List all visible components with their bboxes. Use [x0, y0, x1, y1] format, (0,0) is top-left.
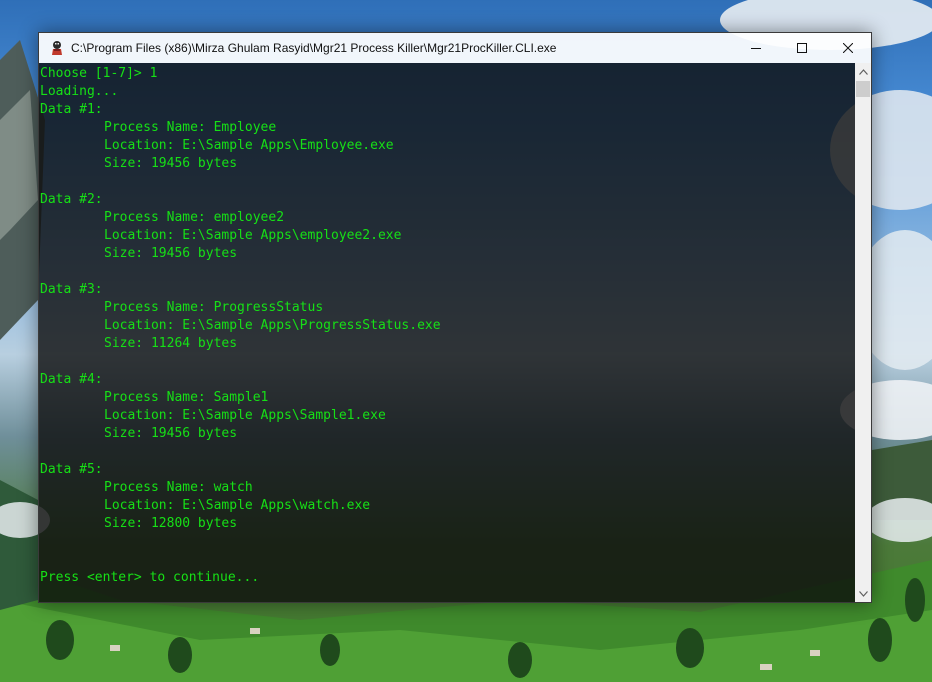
entry-size-line: Size: 11264 bytes	[40, 335, 855, 353]
process-name-label: Process Name:	[104, 480, 206, 495]
entry-process-name-line: Process Name: Sample1	[40, 389, 855, 407]
location-label: Location:	[104, 318, 175, 333]
scroll-down-button[interactable]	[855, 585, 871, 602]
entry-location-line: Location: E:\Sample Apps\ProgressStatus.…	[40, 317, 855, 335]
entry-size-line: Size: 12800 bytes	[40, 515, 855, 533]
entry-location-line: Location: E:\Sample Apps\Employee.exe	[40, 137, 855, 155]
entry-header: Data #1:	[40, 102, 103, 117]
process-name-value: Employee	[213, 120, 277, 135]
vertical-scrollbar[interactable]	[855, 63, 871, 602]
location-value: E:\Sample Apps\employee2.exe	[182, 228, 402, 243]
size-label: Size:	[104, 156, 144, 171]
entry-header: Data #3:	[40, 282, 103, 297]
process-name-value: employee2	[213, 210, 285, 225]
entry-size-line: Size: 19456 bytes	[40, 155, 855, 173]
size-value: 19456 bytes	[150, 156, 238, 171]
process-name-value: ProgressStatus	[213, 300, 324, 315]
size-label: Size:	[104, 246, 144, 261]
scroll-up-arrow-icon	[858, 68, 868, 75]
location-value: E:\Sample Apps\ProgressStatus.exe	[182, 318, 441, 333]
process-name-label: Process Name:	[104, 210, 206, 225]
maximize-button[interactable]	[779, 33, 825, 63]
entry-location-line: Location: E:\Sample Apps\Sample1.exe	[40, 407, 855, 425]
entry-process-name-line: Process Name: employee2	[40, 209, 855, 227]
process-name-label: Process Name:	[104, 390, 206, 405]
entry-header: Data #5:	[40, 462, 103, 477]
entry-header: Data #4:	[40, 372, 103, 387]
window-title: C:\Program Files (x86)\Mirza Ghulam Rasy…	[71, 41, 557, 55]
process-name-value: Sample1	[213, 390, 269, 405]
entry-process-name-line: Process Name: Employee	[40, 119, 855, 137]
location-label: Location:	[104, 498, 175, 513]
continue-prompt-line: Press <enter> to continue...	[40, 570, 260, 585]
size-value: 12800 bytes	[150, 516, 238, 531]
console-prompt-line: Choose [1-7]> 1	[40, 66, 158, 81]
title-bar[interactable]: C:\Program Files (x86)\Mirza Ghulam Rasy…	[39, 33, 871, 63]
size-label: Size:	[104, 336, 144, 351]
size-value: 19456 bytes	[150, 426, 238, 441]
location-label: Location:	[104, 228, 175, 243]
entry-process-name-line: Process Name: ProgressStatus	[40, 299, 855, 317]
location-label: Location:	[104, 138, 175, 153]
process-name-value: watch	[213, 480, 253, 495]
close-button[interactable]	[825, 33, 871, 63]
location-value: E:\Sample Apps\watch.exe	[182, 498, 371, 513]
size-label: Size:	[104, 426, 144, 441]
scroll-down-arrow-icon	[858, 590, 868, 597]
entry-size-line: Size: 19456 bytes	[40, 425, 855, 443]
entry-process-name-line: Process Name: watch	[40, 479, 855, 497]
console-status-line: Loading...	[40, 84, 119, 99]
size-value: 11264 bytes	[150, 336, 238, 351]
size-value: 19456 bytes	[150, 246, 238, 261]
scrollbar-thumb[interactable]	[856, 81, 870, 97]
size-label: Size:	[104, 516, 144, 531]
process-name-label: Process Name:	[104, 120, 206, 135]
minimize-icon	[751, 48, 761, 49]
console-window[interactable]: C:\Program Files (x86)\Mirza Ghulam Rasy…	[38, 32, 872, 603]
entry-location-line: Location: E:\Sample Apps\employee2.exe	[40, 227, 855, 245]
scroll-up-button[interactable]	[855, 63, 871, 80]
location-value: E:\Sample Apps\Employee.exe	[182, 138, 394, 153]
entry-size-line: Size: 19456 bytes	[40, 245, 855, 263]
process-name-label: Process Name:	[104, 300, 206, 315]
console-output[interactable]: Choose [1-7]> 1 Loading... Data #1: Proc…	[39, 63, 855, 602]
console-app-icon	[52, 41, 62, 55]
location-label: Location:	[104, 408, 175, 423]
close-icon	[843, 43, 853, 53]
maximize-icon	[797, 43, 807, 53]
entry-header: Data #2:	[40, 192, 103, 207]
entry-location-line: Location: E:\Sample Apps\watch.exe	[40, 497, 855, 515]
minimize-button[interactable]	[733, 33, 779, 63]
location-value: E:\Sample Apps\Sample1.exe	[182, 408, 386, 423]
